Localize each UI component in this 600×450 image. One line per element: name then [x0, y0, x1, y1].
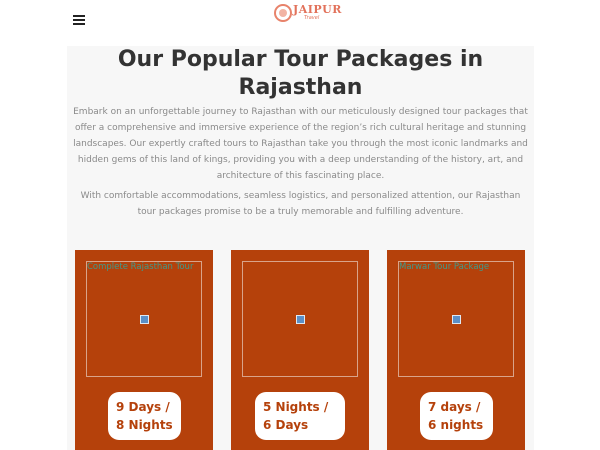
package-image-alt-text: Complete Rajasthan Tour	[87, 262, 194, 272]
broken-image-icon	[140, 315, 149, 324]
logo-emblem-icon	[274, 4, 292, 22]
package-image-alt-text: Marwar Tour Package	[399, 262, 490, 272]
package-image[interactable]	[242, 261, 358, 377]
package-card[interactable]: Marwar Tour Package 7 days / 6 nights	[387, 250, 525, 450]
package-card[interactable]: Complete Rajasthan Tour 9 Days / 8 Night…	[75, 250, 213, 450]
package-duration: 9 Days / 8 Nights	[108, 392, 181, 440]
package-card[interactable]: 5 Nights / 6 Days	[231, 250, 369, 450]
package-duration: 7 days / 6 nights	[420, 392, 493, 440]
tour-packages-section: Our Popular Tour Packages in Rajasthan E…	[67, 46, 534, 450]
package-duration: 5 Nights / 6 Days	[255, 392, 345, 440]
hamburger-menu-icon[interactable]	[73, 15, 85, 27]
broken-image-icon	[296, 315, 305, 324]
top-navbar: JAIPUR Travel	[0, 0, 600, 46]
section-title: Our Popular Tour Packages in Rajasthan	[117, 47, 484, 100]
site-logo[interactable]: JAIPUR Travel	[274, 3, 341, 23]
intro-paragraph-2: With comfortable accommodations, seamles…	[80, 191, 521, 217]
logo-subtext: Travel	[304, 15, 320, 21]
broken-image-icon	[452, 315, 461, 324]
package-image[interactable]: Marwar Tour Package	[398, 261, 514, 377]
package-image[interactable]: Complete Rajasthan Tour	[86, 261, 202, 377]
intro-paragraph: Embark on an unforgettable journey to Ra…	[73, 107, 528, 181]
